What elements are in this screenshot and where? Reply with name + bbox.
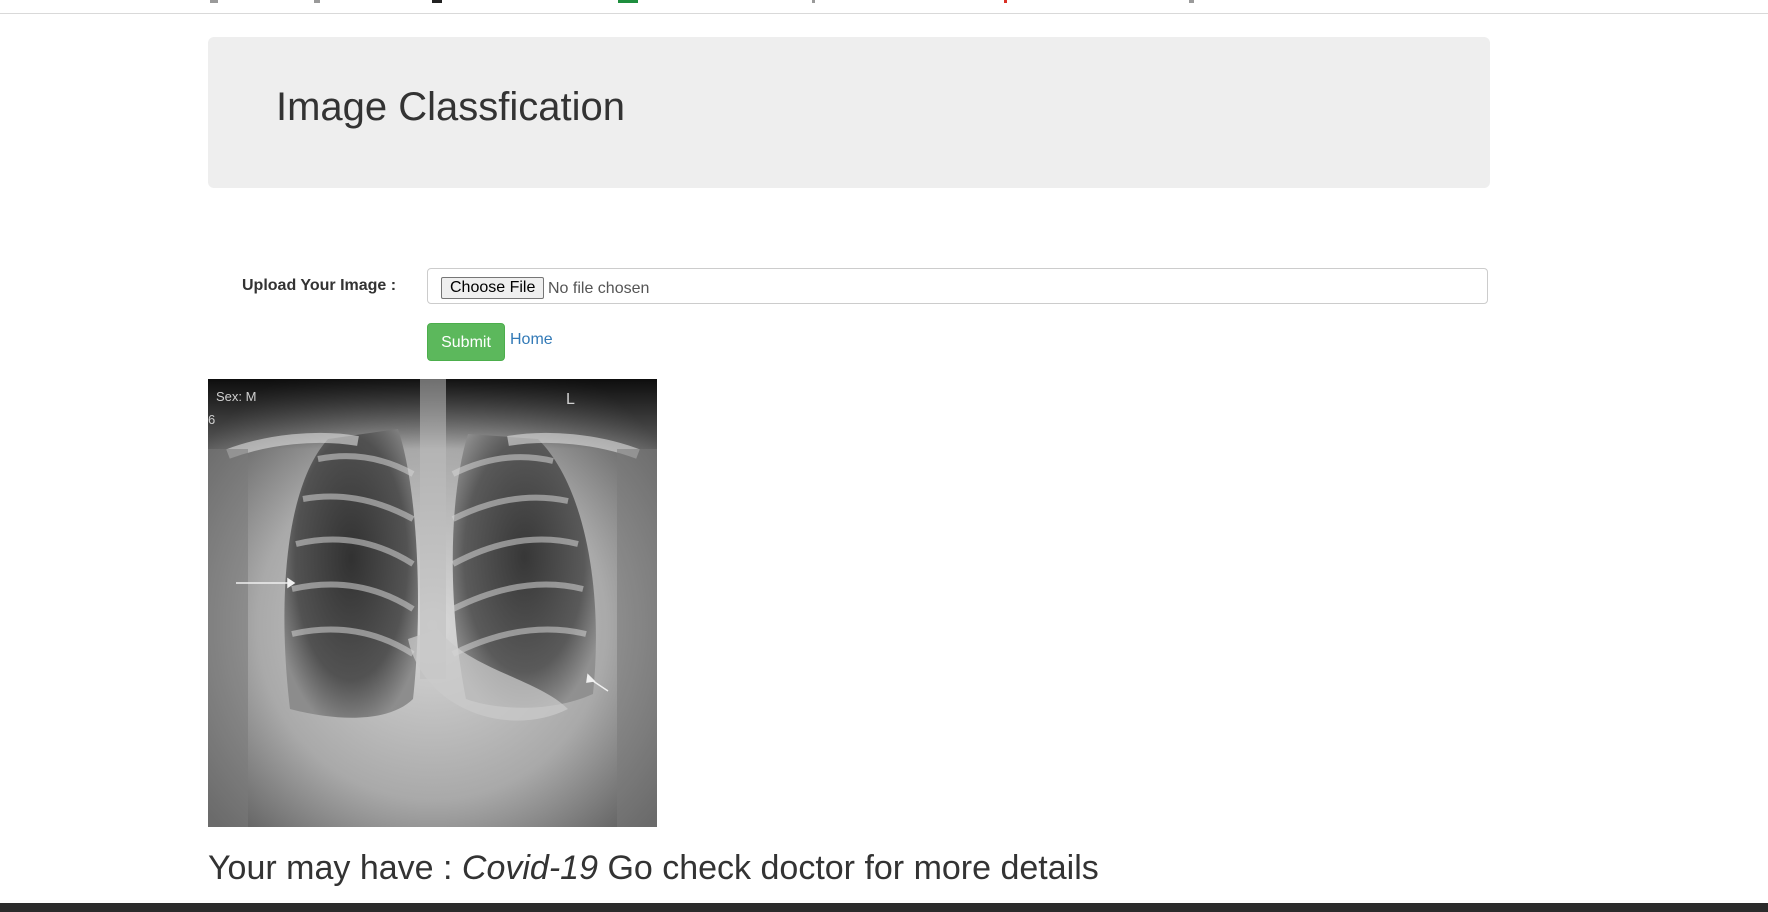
result-suffix: Go check doctor for more details <box>607 849 1099 887</box>
toolbar-icon-fragment <box>1189 0 1194 3</box>
toolbar-icon-fragment <box>210 0 218 3</box>
submit-button[interactable]: Submit <box>427 323 505 361</box>
page-title: Image Classfication <box>276 85 626 129</box>
file-status: No file chosen <box>548 280 650 297</box>
result-prefix: Your may have : <box>208 849 453 887</box>
toolbar-icon-fragment <box>1004 0 1007 3</box>
taskbar-edge <box>0 903 1768 912</box>
toolbar-icon-fragment <box>314 0 320 3</box>
home-link[interactable]: Home <box>510 331 553 349</box>
header-jumbotron: Image Classfication <box>208 37 1490 188</box>
toolbar-icon-fragment <box>432 0 442 3</box>
xray-edge-marker: 6 <box>208 412 215 427</box>
browser-top-edge <box>0 0 1768 14</box>
result-diagnosis: Covid-19 <box>461 849 598 887</box>
file-input[interactable]: Choose File No file chosen <box>427 268 1488 304</box>
uploaded-xray-image: Sex: M L 6 <box>208 379 657 827</box>
xray-graphic: Sex: M L 6 <box>208 379 657 827</box>
toolbar-icon-fragment <box>812 0 815 3</box>
prediction-result: Your may have : Covid-19 Go check doctor… <box>208 849 1099 888</box>
xray-side-marker: L <box>566 391 575 408</box>
xray-sex-label: Sex: M <box>216 389 256 404</box>
toolbar-icon-fragment <box>618 0 638 3</box>
upload-label: Upload Your Image : <box>242 277 397 294</box>
choose-file-button[interactable]: Choose File <box>441 277 545 299</box>
